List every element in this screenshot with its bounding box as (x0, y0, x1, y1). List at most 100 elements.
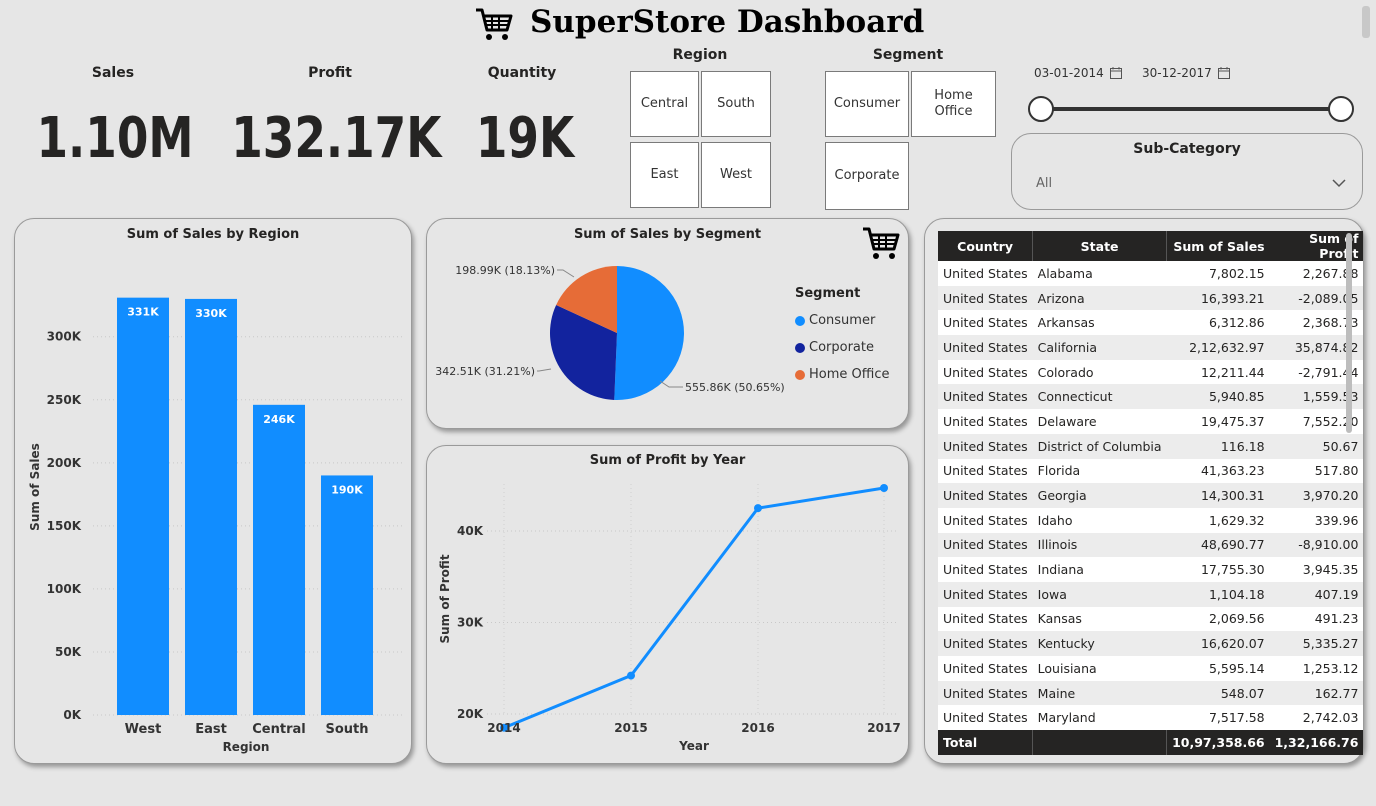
legend-item-consumer[interactable]: Consumer (795, 307, 889, 334)
cell-state: Arkansas (1032, 310, 1167, 336)
table-header-row: Country State Sum of Sales Sum of Profit (938, 231, 1364, 261)
data-point (880, 483, 888, 492)
cell-sales: 14,300.31 (1166, 483, 1270, 508)
cell-country: United States (938, 705, 1033, 731)
table-row[interactable]: United States Kentucky 16,620.07 5,335.27 (938, 631, 1364, 656)
y-tick-label: 0K (63, 708, 81, 722)
table-row[interactable]: United States Connecticut 5,940.85 1,559.53 (938, 384, 1364, 410)
cell-country: United States (938, 483, 1033, 508)
total-blank (1032, 730, 1167, 755)
cell-state: Illinois (1032, 532, 1167, 558)
sales-by-segment-chart: Sum of Sales by Segment 555.86K (50.65%)… (426, 218, 909, 429)
table-row[interactable]: United States Kansas 2,069.56 491.23 (938, 606, 1364, 632)
table-row[interactable]: United States California 2,12,632.97 35,874… (938, 335, 1364, 360)
y-tick-label: 100K (47, 582, 82, 596)
cell-state: Georgia (1032, 483, 1167, 508)
table-row[interactable]: United States Arizona 16,393.21 -2,089.05 (938, 285, 1364, 311)
cell-profit: 1,253.12 (1269, 656, 1364, 681)
segment-tile-corporate[interactable]: Corporate (825, 142, 909, 210)
cell-country: United States (938, 656, 1033, 681)
line-chart-svg: 20K 30K 40K 2014 2015 2016 2017 Year Sum of Prof… (438, 483, 901, 753)
table-row[interactable]: United States Colorado 12,211.44 -2,791.44 (938, 359, 1364, 385)
table-row[interactable]: United States Maine 548.07 162.77 (938, 680, 1364, 706)
column-header-sales[interactable]: Sum of Sales (1166, 231, 1270, 261)
cell-country: United States (938, 285, 1033, 311)
cell-state: Maine (1032, 680, 1167, 706)
subcategory-dropdown[interactable]: All (1034, 172, 1354, 194)
legend-item-home-office[interactable]: Home Office (795, 361, 889, 388)
date-range-start-handle[interactable] (1028, 96, 1054, 122)
table-row[interactable]: United States Idaho 1,629.32 339.96 (938, 507, 1364, 533)
data-point (627, 671, 635, 680)
cell-sales: 48,690.77 (1166, 532, 1270, 558)
y-axis-label: Sum of Sales (28, 443, 42, 531)
cell-sales: 5,940.85 (1166, 384, 1270, 410)
date-start-value: 03-01-2014 (1034, 66, 1104, 80)
bar-data-label: 246K (263, 413, 295, 426)
table-scrollbar[interactable] (1346, 233, 1352, 433)
x-tick-label: West (125, 722, 162, 737)
region-tile-west[interactable]: West (701, 142, 771, 208)
table-row[interactable]: United States Florida 41,363.23 517.80 (938, 458, 1364, 484)
chevron-down-icon[interactable] (1332, 178, 1346, 188)
bar-data-label: 190K (331, 483, 363, 496)
page-title: SuperStore Dashboard (530, 4, 925, 40)
cell-state: Indiana (1032, 557, 1167, 582)
bar (117, 297, 169, 715)
kpi-profit-value: 132.17K (231, 106, 442, 171)
table-row[interactable]: United States Delaware 19,475.37 7,552.20 (938, 409, 1364, 434)
legend-item-corporate[interactable]: Corporate (795, 334, 889, 361)
cell-profit: 491.23 (1269, 606, 1364, 632)
bar-chart-svg: 0K 50K 100K 150K 200K 250K 300K 331K West 330K Eas… (28, 297, 403, 754)
kpi-quantity-value: 19K (475, 106, 575, 171)
calendar-icon[interactable] (1217, 67, 1230, 79)
cell-country: United States (938, 532, 1033, 558)
table-row[interactable]: United States Arkansas 6,312.86 2,368.73 (938, 310, 1364, 336)
sales-by-region-chart: Sum of Sales by Region 0K 50K 100K 150K 200K… (14, 218, 412, 764)
date-start-field[interactable]: 03-01-2014 (1028, 62, 1128, 84)
segment-tile-home-office[interactable]: Home Office (911, 71, 996, 137)
profit-by-year-chart: Sum of Profit by Year 20K 30K 40K 2014 2015 2… (426, 445, 909, 764)
x-tick-label: 2014 (487, 721, 520, 735)
cell-country: United States (938, 384, 1033, 410)
table-row[interactable]: United States Maryland 7,517.58 2,742.03 (938, 705, 1364, 731)
column-header-country[interactable]: Country (938, 231, 1033, 261)
scrollbar[interactable] (1362, 6, 1370, 38)
table-row[interactable]: United States District of Columbia 116.18 5… (938, 433, 1364, 459)
cell-country: United States (938, 680, 1033, 706)
date-range-end-handle[interactable] (1328, 96, 1354, 122)
date-range-track[interactable] (1041, 107, 1341, 111)
cell-sales: 2,12,632.97 (1166, 335, 1270, 360)
x-tick-label: 2016 (741, 721, 774, 735)
table-row[interactable]: United States Alabama 7,802.15 2,267.88 (938, 261, 1364, 286)
segment-tile-consumer[interactable]: Consumer (825, 71, 909, 137)
column-header-state[interactable]: State (1032, 231, 1167, 261)
pie-data-label: 555.86K (50.65%) (685, 381, 785, 394)
kpi-sales-value: 1.10M (36, 106, 194, 171)
legend-label: Consumer (809, 313, 876, 328)
table-row[interactable]: United States Louisiana 5,595.14 1,253.12 (938, 656, 1364, 681)
cell-country: United States (938, 631, 1033, 656)
cell-state: Arizona (1032, 285, 1167, 311)
table-row[interactable]: United States Georgia 14,300.31 3,970.20 (938, 483, 1364, 508)
date-end-field[interactable]: 30-12-2017 (1136, 62, 1236, 84)
cell-country: United States (938, 606, 1033, 632)
table-row[interactable]: United States Illinois 48,690.77 -8,910.00 (938, 532, 1364, 558)
table-row[interactable]: United States Iowa 1,104.18 407.19 (938, 581, 1364, 607)
y-axis-label: Sum of Profit (438, 554, 452, 643)
legend: Consumer Corporate Home Office (795, 307, 889, 388)
region-tile-east[interactable]: East (630, 142, 699, 208)
x-tick-label: 2017 (867, 721, 900, 735)
cell-state: District of Columbia (1032, 433, 1167, 459)
legend-dot (795, 369, 805, 380)
table-row[interactable]: United States Indiana 17,755.30 3,945.35 (938, 557, 1364, 582)
cell-state: California (1032, 335, 1167, 360)
calendar-icon[interactable] (1109, 67, 1122, 79)
region-tile-south[interactable]: South (701, 71, 771, 137)
leader-line (557, 269, 575, 278)
bar-data-label: 330K (195, 307, 227, 320)
state-table: Country State Sum of Sales Sum of Profit… (938, 231, 1364, 755)
bar (321, 475, 373, 715)
cell-state: Louisiana (1032, 656, 1167, 681)
region-tile-central[interactable]: Central (630, 71, 699, 137)
